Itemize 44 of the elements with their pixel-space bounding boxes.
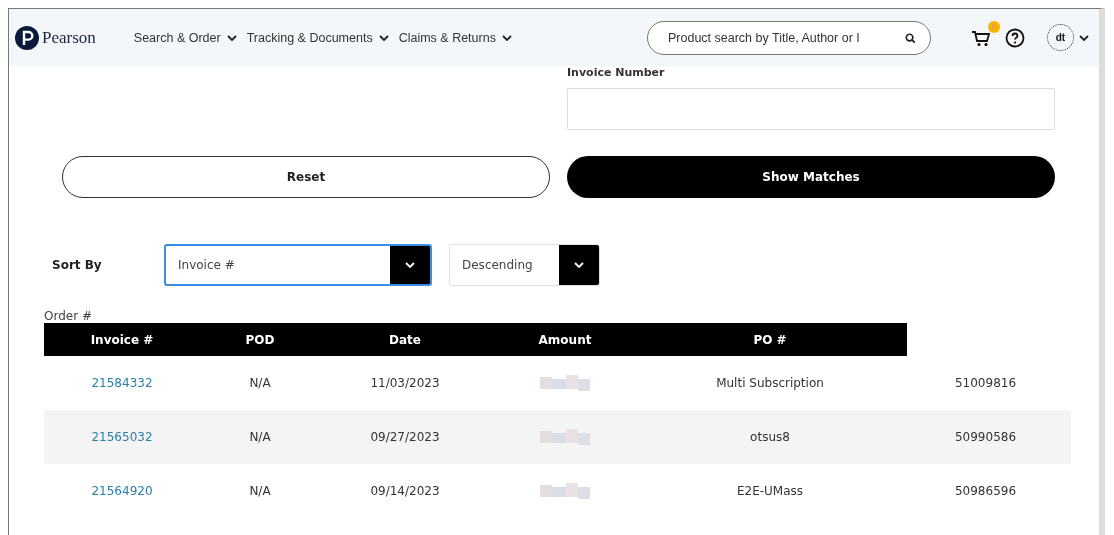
table-cell-text: 50990586 [953,430,1018,444]
sort-label: Sort By [52,257,103,272]
caret-icon [378,34,389,41]
nav-menu[interactable]: Search & Order [133,30,237,45]
table-cell-text: N/A [248,430,272,444]
invoice-link[interactable]: 21584332 [44,376,200,390]
table-cell-text: 09/27/2023 [369,430,441,444]
table-cell-text: 51009816 [953,376,1018,390]
invoice-number-field[interactable] [567,88,1055,130]
account-menu[interactable]: dt [1047,24,1089,51]
reset-button[interactable]: Reset [62,156,550,198]
search-field[interactable]: Product search by Title, Author or I [647,20,931,55]
table-cell-text: 11/03/2023 [369,376,441,390]
logo-text[interactable]: Pearson [42,27,96,48]
search-icon[interactable] [905,32,916,44]
column-header: Amount [537,332,593,347]
help-icon[interactable] [1005,27,1025,48]
table-cell-text: otsus8 [749,430,791,444]
table-cell-text: N/A [248,376,272,390]
sort-select[interactable]: Invoice # [164,243,432,286]
table-cell-text: E2E-UMass [735,484,805,498]
invoice-link[interactable]: 21564920 [44,484,200,498]
column-label: Order # [44,309,93,323]
cart-icon[interactable] [971,28,991,47]
column-header: Invoice # [89,332,155,347]
table-cell-text: 09/14/2023 [369,484,441,498]
field-label: Invoice Number [567,68,666,81]
show-matches-button[interactable]: Show Matches [567,156,1055,198]
caret-icon[interactable] [390,245,430,284]
column-header: PO # [752,332,788,347]
table-cell-text: 50986596 [953,484,1018,498]
invoice-link[interactable]: 21565032 [44,430,200,444]
nav-menu[interactable]: Tracking & Documents [246,30,389,45]
table-cell-text: N/A [248,484,272,498]
column-header: Date [388,332,422,347]
table-cell-text: Multi Subscription [715,376,825,390]
sort-select[interactable]: Descending [449,243,600,286]
caret-icon[interactable] [559,244,599,285]
caret-icon [226,34,237,41]
logo-icon[interactable] [15,25,39,50]
caret-icon [501,34,512,41]
column-header: POD [244,332,276,347]
caret-icon [1079,34,1089,41]
nav-menu[interactable]: Claims & Returns [398,30,512,45]
